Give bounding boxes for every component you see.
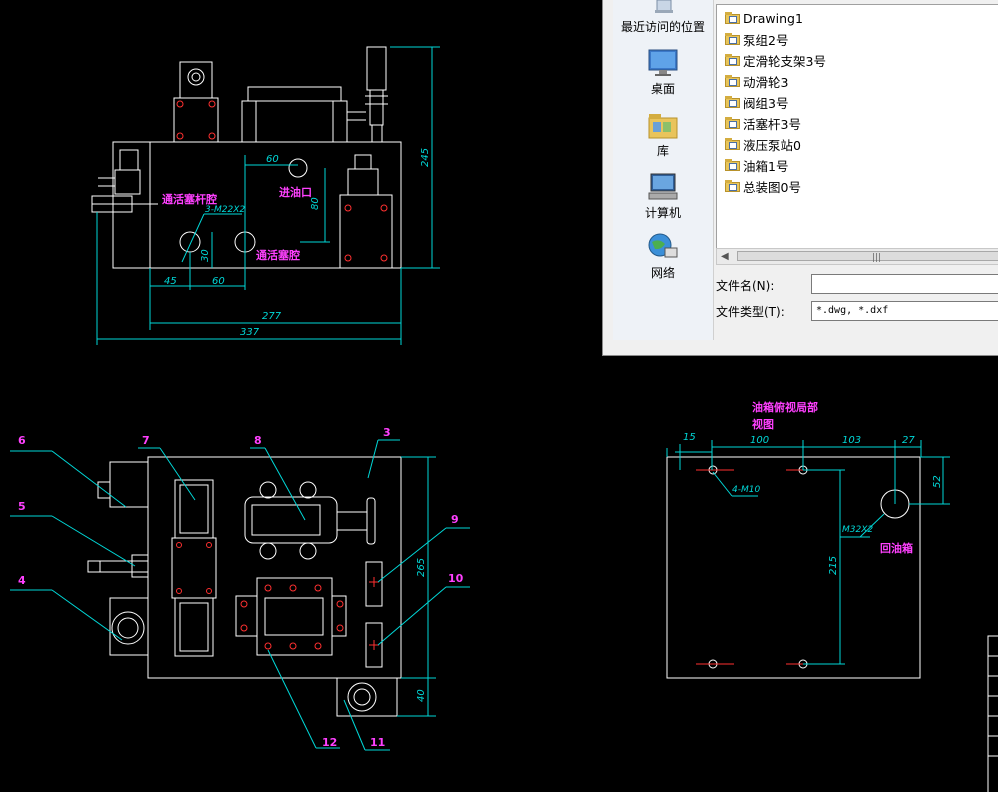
dwg-file-icon [725, 96, 740, 108]
dim-245-front: 245 [420, 148, 431, 167]
balloon-4: 4 [18, 574, 26, 587]
file-item[interactable]: 液压泵站0 [725, 134, 801, 154]
title-block-fragment [987, 635, 998, 792]
tank-view-title-2: 视图 [752, 417, 774, 431]
label-piston-chamber: 通活塞腔 [256, 248, 300, 262]
tank-view-title-1: 油箱俯视局部 [752, 400, 818, 414]
filetype-label: 文件类型(T): [716, 305, 785, 319]
balloon-8: 8 [254, 434, 262, 447]
recent-places-icon [647, 0, 679, 16]
dwg-file-icon [725, 117, 740, 129]
balloon-7: 7 [142, 434, 150, 447]
file-item[interactable]: 动滑轮3 [725, 71, 788, 91]
top-view [87, 456, 402, 717]
label-oil-inlet: 进油口 [279, 185, 312, 199]
dim-60-bottom: 60 [212, 276, 225, 287]
dim-337: 337 [240, 327, 260, 338]
label-return-tank: 回油箱 [880, 541, 913, 555]
place-desktop[interactable]: 桌面 [613, 48, 713, 97]
balloon-12: 12 [322, 736, 337, 749]
horizontal-scrollbar[interactable]: ◀ ||| [716, 248, 998, 265]
dwg-file-icon [725, 159, 740, 171]
file-item[interactable]: 定滑轮支架3号 [725, 50, 826, 70]
place-computer[interactable]: 计算机 [613, 172, 713, 221]
dim-30: 30 [200, 249, 211, 262]
filetype-select[interactable]: *.dwg, *.dxf [811, 301, 998, 321]
place-recent[interactable]: 最近访问的位置 [613, 0, 713, 35]
balloon-5: 5 [18, 500, 26, 513]
network-icon [647, 232, 679, 262]
dim-52: 52 [932, 475, 943, 488]
balloon-11: 11 [370, 736, 385, 749]
file-item[interactable]: 阀组3号 [725, 92, 788, 112]
dwg-file-icon [725, 75, 740, 87]
open-file-dialog: 最近访问的位置 桌面 库 计算机 网络 Drawing1 泵组2号 定滑轮支架3… [602, 0, 998, 356]
top-main-plate [147, 456, 402, 679]
thread-4-m10: 4-M10 [732, 485, 760, 495]
balloon-3: 3 [383, 426, 391, 439]
balloon-10: 10 [448, 572, 464, 585]
thread-3-m22x2: 3-M22X2 [205, 205, 245, 215]
places-bar: 最近访问的位置 桌面 库 计算机 网络 [613, 0, 714, 340]
file-list[interactable]: Drawing1 泵组2号 定滑轮支架3号 动滑轮3 阀组3号 活塞杆3号 液压… [716, 4, 998, 250]
file-item[interactable]: Drawing1 [725, 8, 803, 28]
dim-45: 45 [164, 276, 177, 287]
tank-view-texts: 油箱俯视局部 视图 15 100 103 27 52 215 4-M10 M32… [683, 400, 943, 575]
file-item[interactable]: 总装图0号 [725, 176, 801, 196]
dim-80: 80 [310, 197, 321, 210]
dim-265: 265 [416, 558, 427, 577]
grip-icon: ||| [872, 253, 882, 263]
scrollbar-thumb[interactable]: ||| [737, 251, 998, 263]
computer-icon [647, 172, 679, 202]
front-view [91, 46, 402, 269]
dim-15: 15 [683, 432, 696, 443]
thread-m32x2: M32X2 [842, 525, 873, 535]
balloon-9: 9 [451, 513, 459, 526]
tank-view [666, 456, 921, 679]
dwg-file-icon [725, 12, 740, 24]
dwg-file-icon [725, 54, 740, 66]
dim-100: 100 [750, 435, 769, 446]
filename-input[interactable] [811, 274, 998, 294]
front-view-dimensions [96, 46, 440, 345]
desktop-icon [647, 48, 679, 78]
dim-215: 215 [828, 556, 839, 575]
label-rod-chamber: 通活塞杆腔 [162, 192, 217, 206]
dwg-file-icon [725, 33, 740, 45]
file-item[interactable]: 泵组2号 [725, 29, 788, 49]
balloon-6: 6 [18, 434, 26, 447]
dwg-file-icon [725, 180, 740, 192]
dim-40: 40 [416, 689, 427, 702]
tank-plate [666, 456, 921, 679]
place-network[interactable]: 网络 [613, 232, 713, 281]
dim-27: 27 [902, 435, 915, 446]
dim-60-top: 60 [266, 154, 279, 165]
file-item[interactable]: 油箱1号 [725, 155, 788, 175]
file-item[interactable]: 活塞杆3号 [725, 113, 801, 133]
scroll-left-icon[interactable]: ◀ [721, 249, 729, 264]
dwg-file-icon [725, 138, 740, 150]
place-library[interactable]: 库 [613, 110, 713, 159]
dim-103: 103 [842, 435, 861, 446]
dim-277: 277 [262, 311, 282, 322]
library-icon [647, 110, 679, 140]
filename-label: 文件名(N): [716, 279, 775, 293]
